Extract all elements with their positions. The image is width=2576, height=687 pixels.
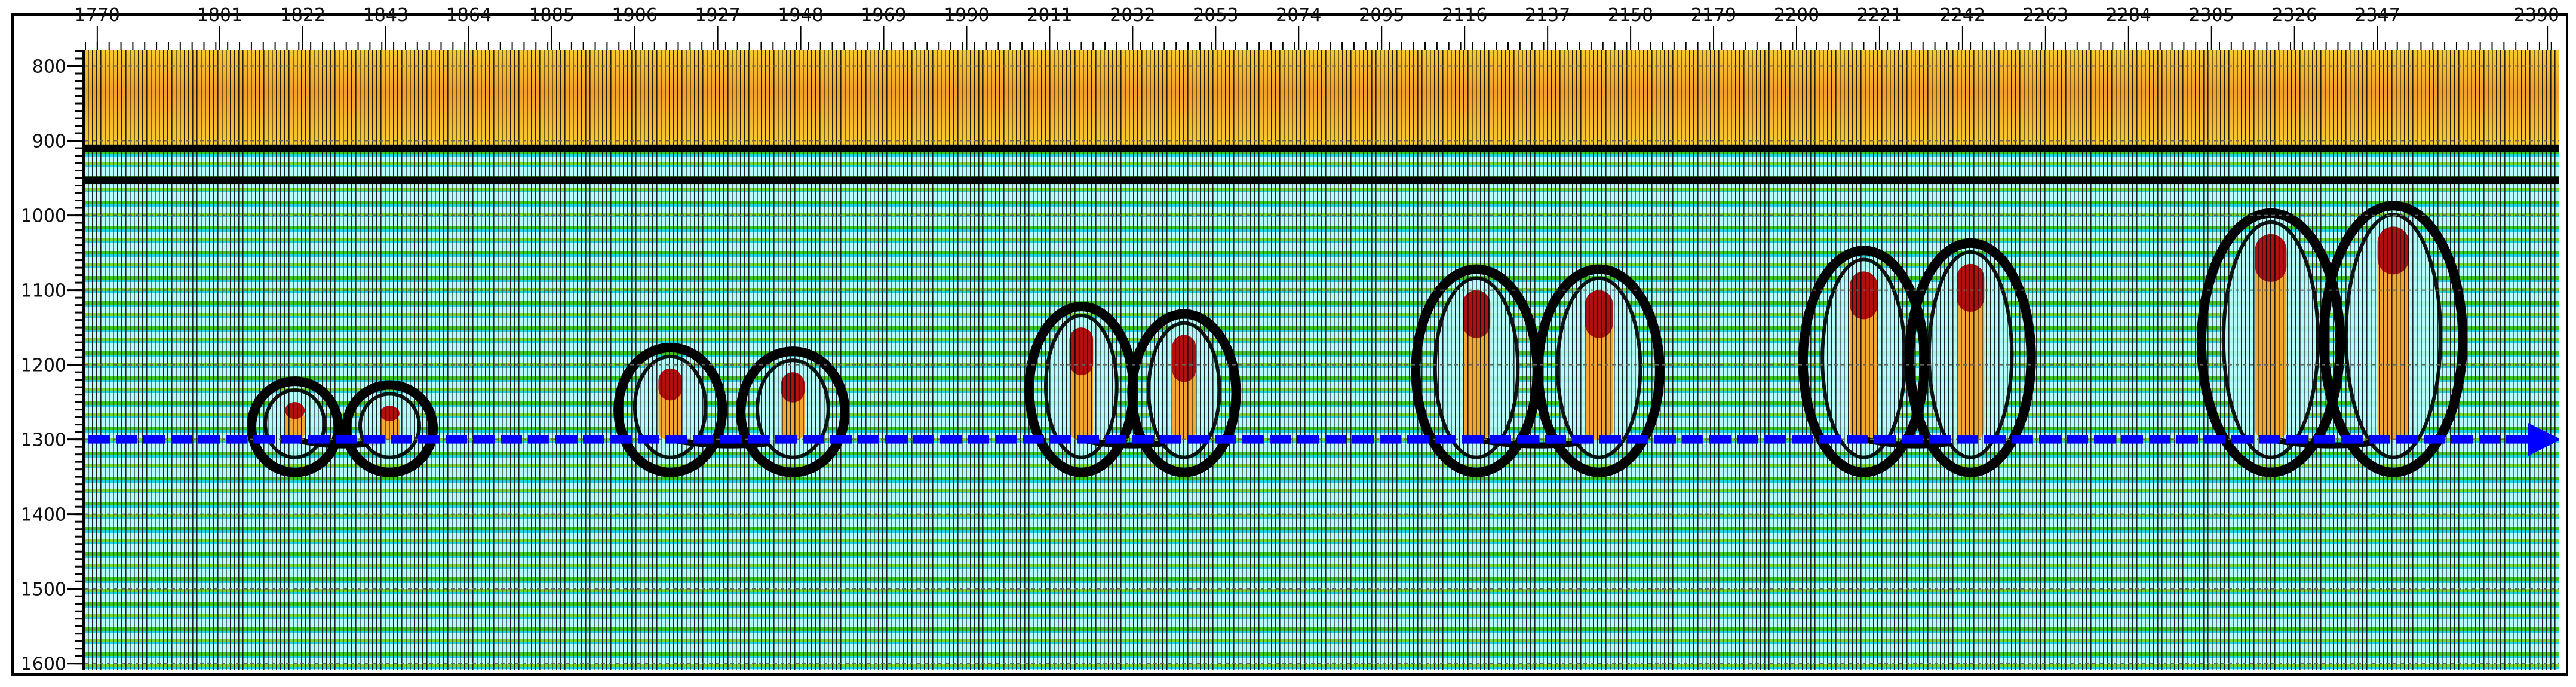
- x-tick-label: 2116: [1442, 5, 1487, 26]
- x-tick-label: 2326: [2272, 5, 2317, 26]
- y-tick-label: 800: [32, 57, 66, 78]
- seismic-section-chart: 1770 1801 1822 1843 1864 1885 1906 1927 1948 1969…: [21, 5, 2560, 675]
- plot-area: [85, 50, 2559, 670]
- y-tick-label: 1600: [21, 654, 66, 675]
- x-tick-label: 2179: [1691, 5, 1736, 26]
- x-tick-label: 2074: [1276, 5, 1321, 26]
- y-tick-label: 1500: [21, 579, 66, 600]
- x-tick-label: 1843: [363, 5, 409, 26]
- x-tick-label: 1906: [612, 5, 658, 26]
- x-tick-label: 2347: [2354, 5, 2400, 26]
- y-tick-label: 1100: [21, 281, 66, 302]
- wiggle-traces: [85, 50, 2559, 670]
- x-tick-label: 1885: [529, 5, 575, 26]
- x-tick-label: 2095: [1359, 5, 1404, 26]
- x-tick-label: 2011: [1027, 5, 1072, 26]
- x-tick-label: 1801: [197, 5, 242, 26]
- x-tick-label: 2158: [1608, 5, 1653, 26]
- x-tick-label: 1822: [280, 5, 326, 26]
- x-tick-label: 2221: [1857, 5, 1902, 26]
- x-tick-label: 2137: [1525, 5, 1570, 26]
- x-tick-label: 1927: [695, 5, 740, 26]
- x-tick-label: 1864: [446, 5, 492, 26]
- x-tick-label: 2053: [1193, 5, 1238, 26]
- x-tick-label: 1969: [861, 5, 906, 26]
- x-tick-label: 2200: [1774, 5, 1819, 26]
- x-tick-label: 2263: [2023, 5, 2068, 26]
- y-tick-label: 1300: [21, 430, 66, 451]
- x-tick-label: 2305: [2189, 5, 2234, 26]
- x-tick-label: 2390: [2514, 5, 2559, 26]
- y-tick-label: 1000: [21, 206, 66, 227]
- x-tick-label: 2032: [1110, 5, 1155, 26]
- y-tick-label: 1200: [21, 355, 66, 376]
- y-axis: 800 900 1000 1100 1200 1300 1400 1500 1600: [21, 50, 85, 675]
- x-axis: 1770 1801 1822 1843 1864 1885 1906 1927 1948 1969…: [75, 5, 2559, 50]
- x-tick-label: 1770: [75, 5, 120, 26]
- x-tick-label: 2284: [2106, 5, 2151, 26]
- y-tick-label: 1400: [21, 505, 66, 526]
- x-tick-label: 2242: [1940, 5, 1985, 26]
- x-tick-label: 1990: [944, 5, 989, 26]
- x-tick-label: 1948: [778, 5, 823, 26]
- y-tick-label: 900: [32, 131, 66, 152]
